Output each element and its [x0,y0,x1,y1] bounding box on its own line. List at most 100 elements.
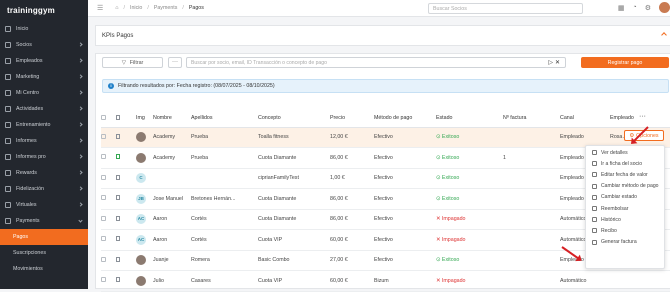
filter-button[interactable]: ▽ Filtrar [102,57,163,68]
cell-apellidos [191,168,258,189]
settings-icon[interactable]: ⚙ [645,4,651,12]
sidebar-item-label: Empleados [16,58,43,64]
payments-search-input[interactable]: Buscar por socio, email, ID Transacción … [186,57,566,68]
marketing-icon [5,74,11,80]
cell-precio: 1,00 € [330,168,374,189]
cell-apellidos: Romera [191,250,258,271]
select-all-checkbox[interactable] [101,114,106,120]
cell-nombre [153,168,191,189]
chevron-icon [78,122,83,127]
cell-metodo: Efectivo [374,127,436,148]
menu-item-editar-fecha-de-valor[interactable]: Editar fecha de valor [586,169,664,180]
menu-item-icon [592,206,597,212]
column-header[interactable]: Estado [436,110,503,128]
menu-item-icon [592,194,597,200]
menu-item-ir-a-ficha-del-socio[interactable]: Ir a ficha del socio [586,158,664,169]
document-icon[interactable] [116,154,120,160]
document-icon[interactable] [116,236,120,242]
sidebar-item-empleados[interactable]: Empleados [0,53,88,69]
menu-item-cambiar-estado[interactable]: Cambiar estado [586,192,664,203]
status-badge: ✕ Impagado [436,216,466,223]
cell-nombre: Aaron [153,209,191,230]
row-checkbox[interactable] [101,277,106,283]
sidebar-item-label: Entrenamiento [16,122,51,128]
sidebar-item-actividades[interactable]: Actividades [0,101,88,117]
column-header[interactable]: Nombre [153,110,191,128]
breadcrumb-item[interactable]: Inicio [130,5,142,11]
calendar-icon[interactable]: ▦ [618,4,625,12]
column-header[interactable]: Canal [560,110,610,128]
column-header[interactable]: Precio [330,110,374,128]
table-row[interactable]: Academy Prueba Toalla fitness 12,00 € Efecti… [101,127,670,148]
app-logo[interactable]: traininggym [0,0,88,21]
row-actions-icon[interactable]: ··· [639,113,646,120]
breadcrumb-home-icon[interactable]: ⌂ [115,5,118,11]
sidebar-item-informes-pro[interactable]: Informes pro [0,149,88,165]
menu-item-reembolsar[interactable]: Reembolsar [586,203,664,214]
cell-metodo: Efectivo [374,209,436,230]
sidebar-subitem-pagos[interactable]: Pagos [0,229,88,245]
document-icon[interactable] [116,215,120,221]
menu-item-icon [592,217,597,223]
play-icon[interactable]: ▷ [548,60,555,66]
document-icon[interactable] [116,195,120,201]
menu-item-hist-rico[interactable]: Histórico [586,214,664,225]
sidebar-item-mi-centro[interactable]: Mi Centro [0,85,88,101]
column-header[interactable]: Nº factura [503,110,560,128]
row-checkbox[interactable] [101,195,106,201]
table-row[interactable]: Julio Casares Cuota VIP 60,00 € Bizum ✕ Impag… [101,270,670,292]
document-icon [116,114,120,120]
document-icon[interactable] [116,256,120,262]
building-icon [5,90,11,96]
register-payment-button[interactable]: Registrar pago [581,57,669,68]
column-header[interactable]: Método de pago [374,110,436,128]
column-header[interactable]: Apellidos [191,110,258,128]
sidebar-item-label: Marketing [16,74,40,80]
status-badge: ⊙ Exitoso [436,134,460,141]
chevron-icon [78,218,83,223]
row-checkbox[interactable] [101,236,106,242]
sidebar-item-payments[interactable]: Payments [0,213,88,229]
sidebar-item-virtuales[interactable]: Virtuales [0,197,88,213]
row-checkbox[interactable] [101,154,106,160]
sidebar-item-rewards[interactable]: Rewards [0,165,88,181]
notifications-icon[interactable]: ◔ [632,4,636,11]
sidebar-subitem-suscripciones[interactable]: Suscripciones [0,245,88,261]
cell-nombre: Juanje [153,250,191,271]
column-header [116,110,136,128]
column-header[interactable]: Concepto [258,110,330,128]
menu-item-recibo[interactable]: Recibo [586,225,664,236]
users-icon [5,42,11,48]
menu-item-ver-detalles[interactable]: Ver detalles [586,147,664,158]
document-icon[interactable] [116,133,120,139]
cell-metodo: Efectivo [374,229,436,251]
row-checkbox[interactable] [101,174,106,180]
sidebar-item-socios[interactable]: Socios [0,37,88,53]
sidebar-item-entrenamiento[interactable]: Entrenamiento [0,117,88,133]
user-avatar[interactable] [659,2,670,13]
sidebar-item-inicio[interactable]: Inicio [0,21,88,37]
global-search-input[interactable]: Buscar Socios [428,3,583,14]
sidebar-subitem-movimientos[interactable]: Movimientos [0,261,88,277]
row-checkbox[interactable] [101,215,106,221]
sidebar-item-marketing[interactable]: Marketing [0,69,88,85]
sidebar-item-fidelizaci-n[interactable]: Fidelización [0,181,88,197]
close-icon[interactable]: ✕ [555,60,562,66]
row-checkbox[interactable] [101,133,106,139]
filter-icon: ▽ [121,59,126,66]
cell-metodo: Efectivo [374,250,436,271]
menu-toggle-icon[interactable]: ☰ [97,4,103,12]
breadcrumb-item[interactable]: Payments [154,5,178,11]
row-checkbox[interactable] [101,256,106,262]
kpi-panel[interactable]: KPIs Pagos [95,25,670,46]
chevron-up-icon[interactable] [661,32,667,38]
document-icon[interactable] [116,174,120,180]
chevron-icon [78,138,83,143]
sidebar-item-informes[interactable]: Informes [0,133,88,149]
cell-metodo: Efectivo [374,147,436,169]
more-options-button[interactable]: ··· [168,57,182,68]
avatar [136,152,146,163]
menu-item-cambiar-m-todo-de-pago[interactable]: Cambiar método de pago [586,181,664,192]
menu-item-generar-factura[interactable]: Generar factura [586,237,664,248]
document-icon[interactable] [116,277,120,283]
